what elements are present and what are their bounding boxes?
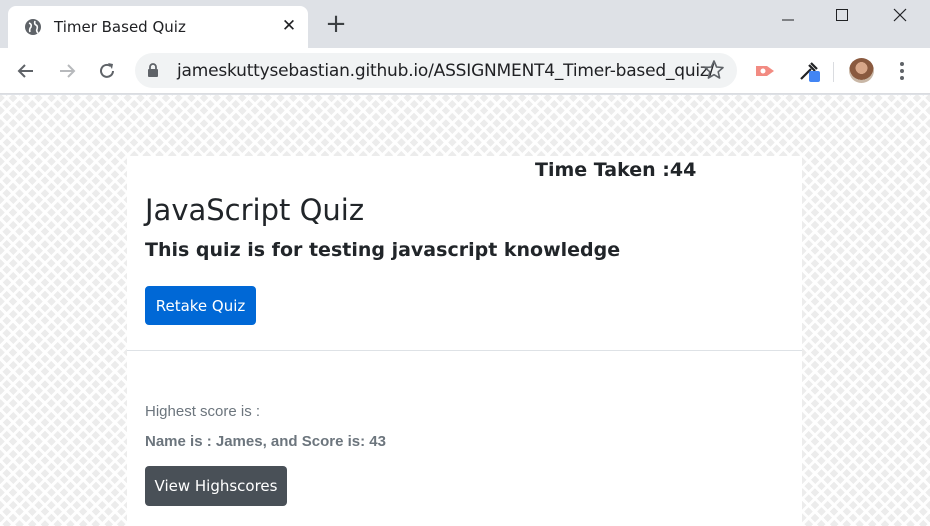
time-taken: Time Taken :44 [535,159,697,181]
reload-icon [100,63,114,78]
tab-close-icon[interactable]: ✕ [278,15,300,37]
tab-strip: Timer Based Quiz ✕ + [0,0,930,48]
lock-icon [148,63,158,77]
browser-menu-icon[interactable] [890,59,914,83]
forward-button[interactable] [54,58,80,84]
back-button[interactable] [13,58,39,84]
page-subtitle: This quiz is for testing javascript know… [145,239,621,261]
highscore-label: Highest score is : [145,403,261,420]
profile-avatar[interactable] [849,58,874,83]
maximize-icon [836,9,848,21]
window-close-button[interactable] [872,0,928,30]
view-highscores-button[interactable]: View Highscores [145,466,287,506]
new-tab-button[interactable]: + [323,11,349,38]
color-picker-extension-icon[interactable] [797,59,821,83]
retake-quiz-button[interactable]: Retake Quiz [145,286,256,325]
divider [127,350,802,351]
tab-title: Timer Based Quiz [54,18,186,36]
browser-tab[interactable]: Timer Based Quiz ✕ [8,6,308,48]
page-title: JavaScript Quiz [145,193,365,227]
bookmark-star-icon[interactable] [703,59,725,81]
browser-toolbar: jameskuttysebastian.github.io/ASSIGNMENT… [0,48,930,94]
page-viewport: Time Taken :44 JavaScript Quiz This quiz… [0,95,930,526]
url-text: jameskuttysebastian.github.io/ASSIGNMENT… [177,61,715,81]
quiz-card: Time Taken :44 JavaScript Quiz This quiz… [127,156,802,526]
screen-recorder-extension-icon[interactable] [753,59,777,83]
reload-button[interactable] [94,58,120,84]
highscore-value: Name is : James, and Score is: 43 [145,433,386,450]
forward-arrow-icon [60,64,76,78]
address-bar[interactable]: jameskuttysebastian.github.io/ASSIGNMENT… [135,53,737,88]
minimize-icon [782,19,794,21]
maximize-button[interactable] [814,0,870,30]
globe-icon [25,19,41,35]
close-icon [893,8,907,22]
back-arrow-icon [17,64,33,78]
toolbar-divider [833,62,834,82]
minimize-button[interactable] [760,0,816,30]
